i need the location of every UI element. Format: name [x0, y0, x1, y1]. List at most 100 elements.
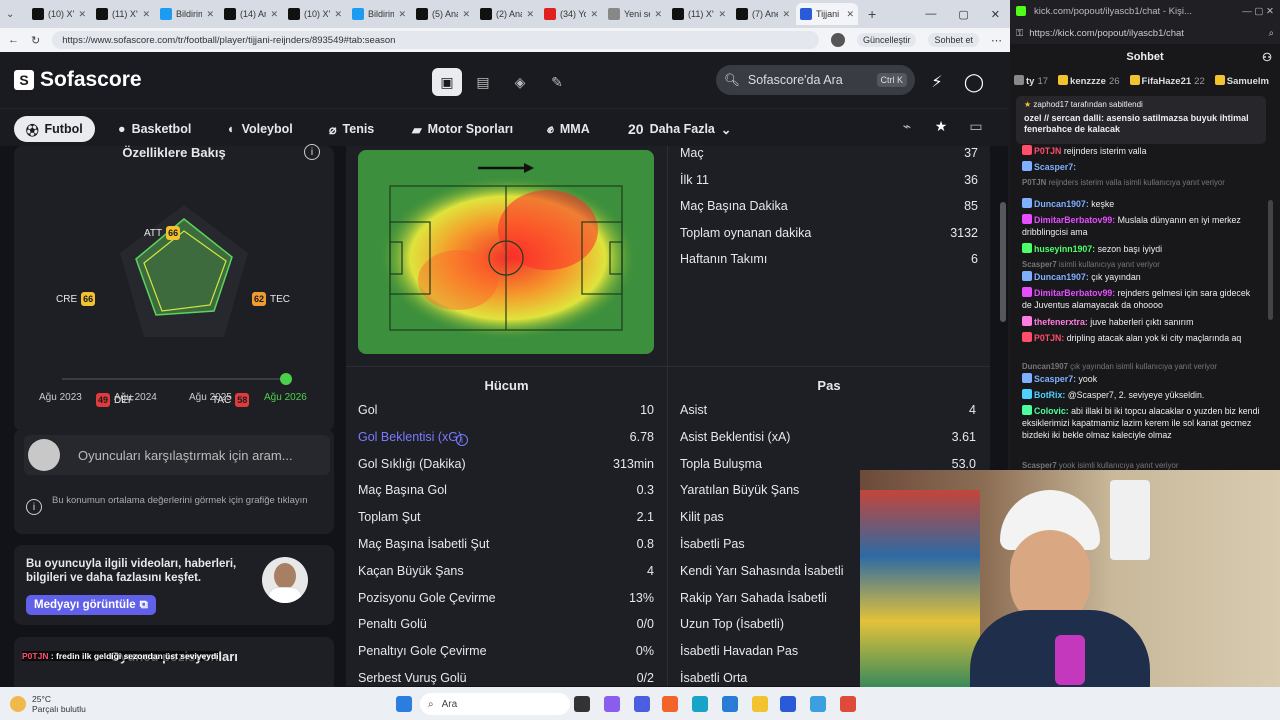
chat-message[interactable]: P0TJN: dripling atacak alan yok ki city … — [1022, 332, 1262, 344]
chat-message[interactable]: DimitarBerbatov99: Muslala dünyanın en i… — [1022, 214, 1262, 238]
chat-message[interactable]: Colovic: abi illaki bi iki topcu alacakl… — [1022, 405, 1262, 441]
close-tab-icon[interactable]: ✕ — [526, 9, 534, 20]
close-tab-icon[interactable]: ✕ — [334, 9, 342, 20]
close-tab-icon[interactable]: ✕ — [718, 9, 726, 20]
chat-username[interactable]: DimitarBerbatov99: — [1034, 215, 1115, 225]
sofascore-logo[interactable]: S Sofascore — [14, 68, 142, 92]
back-icon[interactable]: ← — [8, 34, 19, 46]
chat-username[interactable]: Duncan1907: — [1034, 272, 1089, 282]
chat-message[interactable]: P0TJN reijnders isterim valla — [1022, 145, 1262, 157]
tv-icon[interactable]: ▭ — [961, 112, 991, 140]
chat-username[interactable]: DimitarBerbatov99: — [1034, 288, 1115, 298]
favorites-star-icon[interactable]: ★ — [926, 112, 956, 140]
chat-username[interactable]: P0TJN — [1034, 146, 1061, 156]
chat-username[interactable]: Scasper7: — [1034, 162, 1076, 172]
chat-username[interactable]: thefenerxtra: — [1034, 317, 1088, 327]
page-scrollbar[interactable] — [1000, 202, 1006, 322]
close-tab-icon[interactable]: ✕ — [142, 9, 150, 20]
season-timeline-handle[interactable] — [280, 373, 292, 385]
chat-username[interactable]: huseyinn1907: — [1034, 244, 1095, 254]
close-tab-icon[interactable]: ✕ — [846, 9, 854, 20]
chat-button[interactable]: Sohbet et — [928, 33, 979, 47]
chat-message[interactable]: Duncan1907: keşke — [1022, 198, 1262, 210]
chrome-icon[interactable] — [840, 696, 856, 712]
browser-tab[interactable]: Bildirim ✕ — [348, 3, 410, 25]
chat-username[interactable]: Duncan1907: — [1034, 199, 1089, 209]
search-box[interactable]: 🔍︎ Sofascore'da Ara Ctrl K — [716, 65, 915, 95]
user-icon[interactable]: ◯ — [959, 68, 989, 96]
firefox-icon[interactable] — [662, 696, 678, 712]
close-tab-icon[interactable]: ✕ — [782, 9, 790, 20]
app-icon-2[interactable] — [810, 696, 826, 712]
browser-tab[interactable]: (10) X'te✕ — [28, 3, 90, 25]
close-tab-icon[interactable]: ✕ — [590, 9, 598, 20]
close-tab-icon[interactable]: ✕ — [462, 9, 470, 20]
news-icon[interactable]: ▤ — [468, 68, 498, 96]
browser-tab[interactable]: (34) Yo ✕ — [540, 3, 602, 25]
chat-username[interactable]: Scasper7 — [1022, 260, 1057, 269]
close-tab-icon[interactable]: ✕ — [206, 9, 214, 20]
fantasy-icon[interactable]: ✎ — [542, 68, 572, 96]
browser-tab[interactable]: (5) Anasa ✕ — [412, 3, 474, 25]
browser-tab[interactable]: Bildirim ✕ — [156, 3, 218, 25]
close-tab-icon[interactable]: ✕ — [654, 9, 662, 20]
task-view-icon[interactable] — [574, 696, 590, 712]
reload-icon[interactable]: ↻ — [31, 34, 40, 47]
start-icon[interactable] — [396, 696, 412, 712]
url-field[interactable]: https://www.sofascore.com/tr/football/pl… — [52, 31, 819, 49]
browser-tab[interactable]: (2) Ana ✕ — [476, 3, 538, 25]
close-window-button[interactable]: ✕ — [991, 8, 1000, 21]
sport-tab-basketbol[interactable]: ● Basketbol — [106, 116, 203, 142]
browser-tab[interactable]: (11) X'te ✕ — [668, 3, 730, 25]
chat-message[interactable]: Scasper7: yook — [1022, 373, 1262, 385]
store-icon[interactable] — [722, 696, 738, 712]
lightning-icon[interactable]: ⚡︎ — [922, 68, 952, 96]
compare-search[interactable]: Oyuncuları karşılaştırmak için aram... — [24, 435, 330, 475]
browser-tab[interactable]: Yeni sek ✕ — [604, 3, 666, 25]
taskbar-search[interactable]: ⌕ Ara — [420, 693, 570, 715]
chat-username[interactable]: Duncan1907 — [1022, 362, 1068, 371]
sport-tab-mma[interactable]: ✊︎ MMA — [535, 116, 602, 142]
chat-reply-note[interactable]: Scasper7 isimli kullanıcıya yanıt veriyo… — [1022, 259, 1262, 271]
chat-reply-note[interactable]: P0TJN reijnders isterim valla isimli kul… — [1022, 177, 1262, 189]
sport-tab-voleybol[interactable]: ◐ Voleybol — [216, 116, 305, 142]
close-tab-icon[interactable]: ✕ — [398, 9, 406, 20]
chat-username[interactable]: P0TJN — [1022, 178, 1046, 187]
tab-list-button[interactable]: ⌄ — [6, 9, 22, 20]
chat-reply-note[interactable]: Duncan1907 çık yayından isimli kullanıcı… — [1022, 361, 1262, 373]
info-icon[interactable]: i — [304, 144, 320, 160]
browser-tab[interactable]: (7) Ane ✕ — [732, 3, 794, 25]
edge-icon[interactable] — [692, 696, 708, 712]
xg-info-icon[interactable]: i — [456, 434, 468, 446]
update-button[interactable]: Güncelleştir — [856, 33, 917, 47]
attribute-radar-chart[interactable] — [114, 201, 254, 351]
chat-username[interactable]: Colovic: — [1034, 406, 1069, 416]
chat-username[interactable]: Scasper7 — [1022, 461, 1057, 470]
chat-username[interactable]: BotRix: — [1034, 390, 1065, 400]
leagues-icon[interactable]: ◈ — [505, 68, 535, 96]
heatmap[interactable] — [358, 150, 654, 354]
app-icon[interactable] — [780, 696, 796, 712]
browser-tab[interactable]: (14) Ar ✕ — [220, 3, 282, 25]
chat-message[interactable]: thefenerxtra: juve haberleri çıktı sanır… — [1022, 316, 1262, 328]
chat-username[interactable]: P0TJN: — [1034, 333, 1064, 343]
minimize-button[interactable]: — — [925, 8, 936, 21]
close-tab-icon[interactable]: ✕ — [270, 9, 278, 20]
chat-message[interactable]: DimitarBerbatov99: rejnders gelmesi için… — [1022, 287, 1262, 311]
explorer-icon[interactable] — [752, 696, 768, 712]
weather-widget[interactable]: 25°C Parçalı bulutlu — [10, 694, 86, 714]
profile-avatar[interactable] — [830, 33, 845, 47]
chat-message[interactable]: huseyinn1907: sezon başı iyiydi — [1022, 243, 1262, 255]
copilot-icon[interactable] — [604, 696, 620, 712]
chat-message[interactable]: BotRix: @Scasper7, 2. seviyeye yükseldin… — [1022, 389, 1262, 401]
sport-tab-motor[interactable]: ▰ Motor Sporları — [400, 116, 525, 142]
chat-scrollbar[interactable] — [1268, 200, 1273, 320]
season-timeline-track[interactable] — [62, 378, 288, 380]
matches-icon[interactable]: ▣ — [432, 68, 462, 96]
trend-icon[interactable]: ⌁ — [892, 112, 922, 140]
sport-tab-tenis[interactable]: ⌀ Tenis — [317, 116, 386, 142]
browser-tab[interactable]: (10) X'te✕ — [284, 3, 346, 25]
browser-tab[interactable]: (11) X'te ✕ — [92, 3, 154, 25]
menu-icon[interactable]: ⋯ — [991, 34, 1002, 47]
close-tab-icon[interactable]: ✕ — [78, 9, 86, 20]
